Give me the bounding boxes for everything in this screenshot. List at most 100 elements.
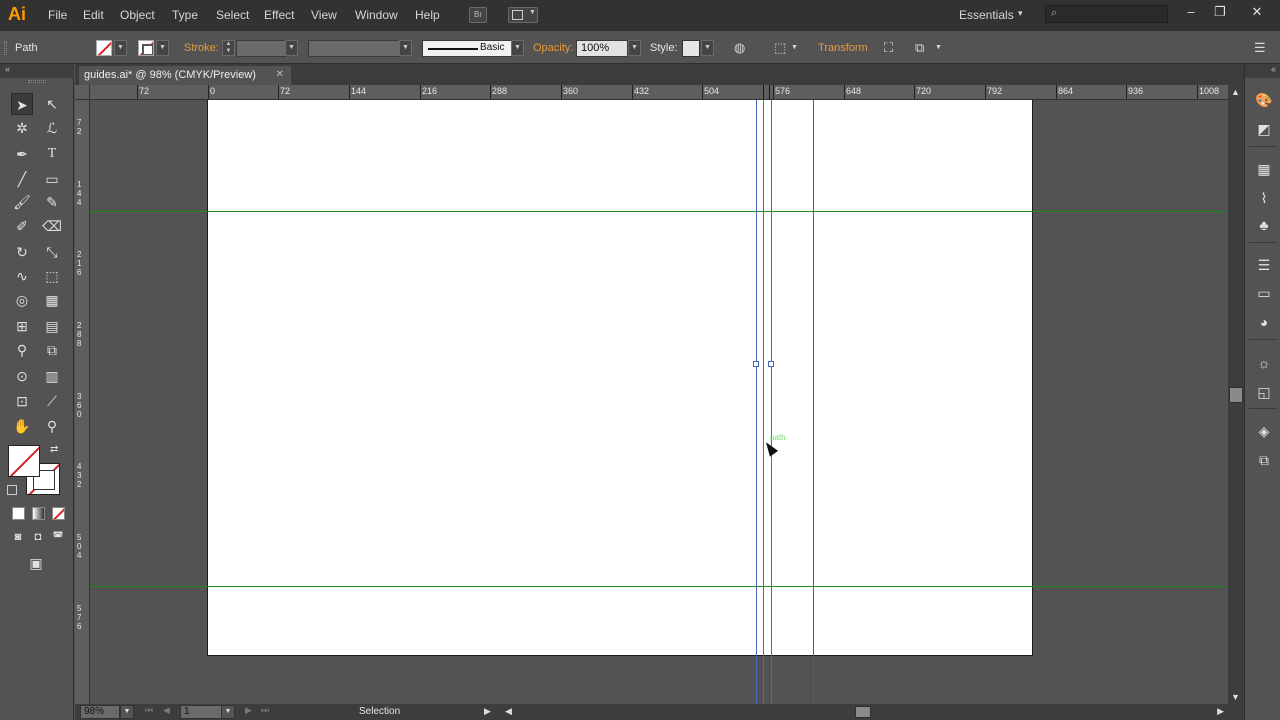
color-mode-icon[interactable]	[12, 507, 25, 520]
blend-icon[interactable]: ⧉	[41, 339, 63, 361]
previous-artboard-icon[interactable]: ◀	[163, 705, 170, 716]
paintbrush-icon[interactable]: 🖌	[11, 191, 33, 213]
menu-file[interactable]: File	[48, 8, 67, 22]
color-guide-icon[interactable]: ◩	[1254, 119, 1274, 139]
panel-grip[interactable]	[28, 80, 46, 83]
lasso-icon[interactable]: ℒ	[41, 117, 63, 139]
anchor-point[interactable]	[768, 361, 774, 367]
magic-wand-icon[interactable]: ✲	[11, 117, 33, 139]
ruler-origin[interactable]	[75, 85, 90, 100]
stroke-swatch-none[interactable]	[138, 40, 154, 56]
stroke-dropdown[interactable]: ▼	[156, 40, 169, 56]
scroll-thumb[interactable]	[855, 706, 871, 718]
minimize-button[interactable]: –	[1181, 4, 1201, 19]
symbol-sprayer-icon[interactable]: ⊙	[11, 365, 33, 387]
scroll-left-icon[interactable]: ◀	[505, 706, 512, 717]
eyedropper-icon[interactable]: ⚲	[11, 339, 33, 361]
scroll-down-icon[interactable]: ▼	[1231, 692, 1240, 702]
menu-help[interactable]: Help	[415, 8, 440, 22]
horizontal-guide[interactable]	[90, 586, 1228, 587]
restore-button[interactable]: ❐	[1210, 4, 1230, 20]
fill-color-swatch[interactable]	[8, 445, 40, 477]
menu-select[interactable]: Select	[216, 8, 249, 22]
eraser-icon[interactable]: ⌫	[41, 215, 63, 237]
anchor-point[interactable]	[753, 361, 759, 367]
horizontal-scrollbar[interactable]: ◀ ▶	[505, 704, 1228, 720]
mesh-icon[interactable]: ⊞	[11, 315, 33, 337]
pen-tool-icon[interactable]: ✒	[11, 143, 33, 165]
screen-mode-icon[interactable]: ▣	[25, 552, 47, 574]
opacity-field[interactable]: 100%	[576, 40, 628, 57]
stroke-label[interactable]: Stroke:	[184, 42, 219, 54]
artboard-tool-icon[interactable]: ⊡	[11, 390, 33, 412]
panel-menu-icon[interactable]: ☰	[1254, 40, 1266, 56]
vertical-ruler[interactable]: 7 2 1 4 4 2 1 6 2 8 8 3 6 0 4 3 2 5 0 4 …	[75, 100, 90, 704]
align-icon[interactable]: ⬚	[774, 40, 786, 56]
gradient-mode-icon[interactable]	[32, 507, 45, 520]
swatches-icon[interactable]: ▦	[1254, 159, 1274, 179]
menu-effect[interactable]: Effect	[264, 8, 294, 22]
zoom-tool-icon[interactable]: ⚲	[41, 415, 63, 437]
artboard[interactable]	[207, 100, 1033, 656]
scale-icon[interactable]: ⤡	[41, 241, 63, 263]
recolor-artwork-icon[interactable]: ◍	[734, 40, 745, 56]
rotate-icon[interactable]: ↻	[11, 241, 33, 263]
graphic-style-swatch[interactable]	[682, 40, 700, 57]
free-transform-icon[interactable]: ⬚	[41, 265, 63, 287]
selected-guide[interactable]	[771, 100, 772, 704]
warp-icon[interactable]: ∿	[11, 265, 33, 287]
chevron-down-icon[interactable]: ▼	[935, 44, 942, 51]
direct-selection-tool-icon[interactable]: ↖	[41, 93, 63, 115]
scroll-thumb[interactable]	[1229, 387, 1243, 403]
selection-tool-icon[interactable]: ➤	[11, 93, 33, 115]
draw-behind-icon[interactable]: ◘	[27, 526, 49, 548]
draw-normal-icon[interactable]: ◙	[7, 526, 29, 548]
variable-width-profile[interactable]	[308, 40, 400, 57]
artboards-icon[interactable]: ⧉	[1254, 450, 1274, 470]
stroke-weight-dropdown[interactable]: ▼	[285, 40, 298, 56]
variable-width-dropdown[interactable]: ▼	[399, 40, 412, 56]
layers-icon[interactable]: ◈	[1254, 421, 1274, 441]
fill-dropdown[interactable]: ▼	[114, 40, 127, 56]
document-tab[interactable]: guides.ai* @ 98% (CMYK/Preview) ✕	[79, 66, 291, 85]
canvas[interactable]: path	[90, 100, 1228, 704]
menu-window[interactable]: Window	[355, 8, 398, 22]
perspective-grid-icon[interactable]: ▦	[41, 289, 63, 311]
blob-brush-icon[interactable]: ✐	[11, 215, 33, 237]
vertical-scrollbar[interactable]: ▲ ▼	[1228, 85, 1244, 704]
last-artboard-icon[interactable]: ⏭	[261, 705, 269, 716]
scroll-up-icon[interactable]: ▲	[1231, 87, 1240, 97]
horizontal-ruler[interactable]: 72 0 72 144 216 288 360 432 504 576 648 …	[90, 85, 1228, 100]
status-menu-icon[interactable]: ▶	[484, 706, 491, 717]
brush-dropdown[interactable]: ▼	[511, 40, 524, 56]
column-graph-icon[interactable]: ▥	[41, 365, 63, 387]
workspace-switcher[interactable]: Essentials	[959, 8, 1014, 22]
shape-builder-icon[interactable]: ◎	[11, 289, 33, 311]
menu-edit[interactable]: Edit	[83, 8, 104, 22]
menu-type[interactable]: Type	[172, 8, 198, 22]
opacity-dropdown[interactable]: ▼	[628, 40, 641, 56]
collapse-icon[interactable]: «	[5, 64, 10, 74]
menu-object[interactable]: Object	[120, 8, 155, 22]
panel-grip[interactable]	[4, 41, 7, 55]
line-tool-icon[interactable]: ╱	[11, 168, 33, 190]
chevron-down-icon[interactable]: ▾	[1018, 8, 1023, 19]
none-mode-icon[interactable]	[52, 507, 65, 520]
stroke-panel-icon[interactable]: ☰	[1254, 255, 1274, 275]
stroke-weight-stepper[interactable]: ▲ ▼	[222, 40, 235, 56]
gradient-icon[interactable]: ▤	[41, 315, 63, 337]
stroke-weight-field[interactable]	[236, 40, 286, 57]
slice-icon[interactable]: ⟋	[41, 390, 63, 412]
transform-link[interactable]: Transform	[818, 42, 868, 54]
horizontal-guide[interactable]	[90, 211, 1228, 212]
status-text[interactable]: Selection	[359, 706, 400, 717]
symbols-icon[interactable]: ♣	[1254, 215, 1274, 235]
gradient-panel-icon[interactable]: ▭	[1254, 283, 1274, 303]
hand-tool-icon[interactable]: ✋	[11, 415, 33, 437]
artboard-number-field[interactable]: 1	[180, 705, 222, 719]
menu-view[interactable]: View	[311, 8, 337, 22]
transparency-icon[interactable]: ◕	[1254, 312, 1274, 332]
expand-panels-icon[interactable]: «	[1271, 64, 1276, 74]
draw-inside-icon[interactable]: ◚	[47, 526, 69, 548]
arrange-icon[interactable]: ⧉	[915, 40, 924, 56]
